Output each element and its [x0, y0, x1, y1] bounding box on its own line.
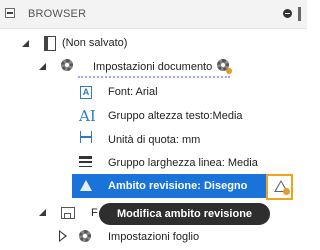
- edit-badge-icon: [283, 188, 290, 195]
- tree-item-sheet[interactable]: F: [91, 207, 98, 219]
- sheet-settings-gear-icon: [79, 230, 91, 242]
- tree-item-font[interactable]: Font: Arial: [108, 86, 158, 98]
- tooltip: Modifica ambito revisione: [99, 203, 270, 225]
- tree-item-text-height[interactable]: Gruppo altezza testo:Media: [108, 110, 243, 122]
- tree-item-line-weight[interactable]: Gruppo larghezza linea: Media: [108, 157, 258, 169]
- pin-panel-icon[interactable]: [283, 9, 292, 18]
- panel-options-icon[interactable]: [298, 7, 301, 21]
- line-weight-icon: [79, 156, 92, 168]
- sheet-icon: [61, 207, 75, 219]
- tree-item-dimension-units[interactable]: Unità di quota: mm: [108, 134, 200, 146]
- warning-icon: [80, 180, 92, 191]
- browser-header: BROWSER: [0, 0, 307, 29]
- expand-toggle-root-icon[interactable]: [22, 40, 29, 47]
- expand-toggle-doc-settings-icon[interactable]: [39, 63, 46, 70]
- settings-warning-gear-icon[interactable]: [217, 59, 232, 74]
- font-icon: A: [80, 86, 92, 99]
- tree-item-sheet-settings[interactable]: Impostazioni foglio: [108, 231, 199, 243]
- tree-item-doc-settings[interactable]: Impostazioni documento: [93, 61, 212, 73]
- warning-underline: [78, 76, 230, 78]
- tree-item-revision-scope-label: Ambito revisione: Disegno: [108, 180, 248, 192]
- collapse-panel-icon[interactable]: [5, 8, 15, 18]
- tree-item-root[interactable]: (Non salvato): [62, 37, 127, 49]
- dimension-unit-icon: [80, 131, 92, 143]
- expand-toggle-sheet-settings-icon[interactable]: [59, 230, 67, 242]
- text-height-icon: AI: [79, 107, 96, 125]
- doc-settings-gear-icon: [61, 59, 73, 71]
- expand-toggle-sheet-icon[interactable]: [39, 209, 46, 216]
- document-icon: [44, 36, 56, 51]
- browser-title: BROWSER: [28, 8, 87, 20]
- edit-revision-scope-button[interactable]: [266, 174, 293, 200]
